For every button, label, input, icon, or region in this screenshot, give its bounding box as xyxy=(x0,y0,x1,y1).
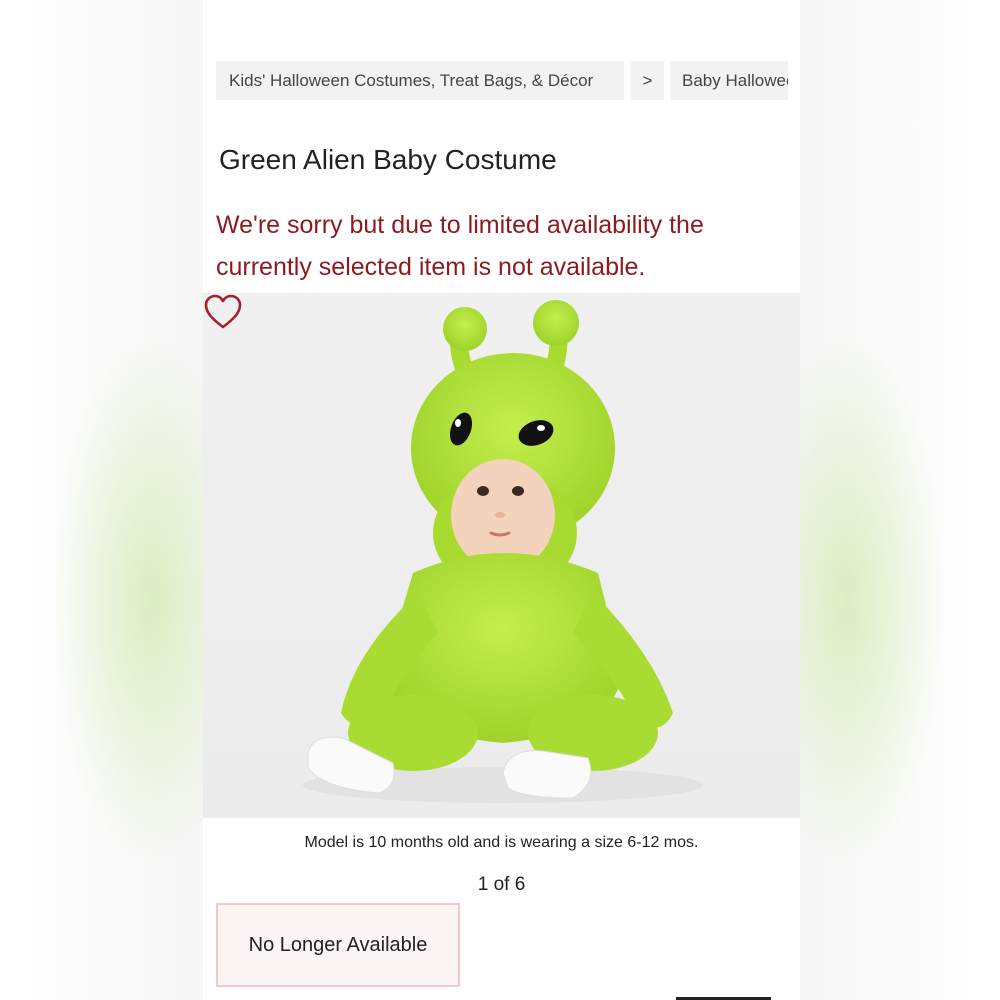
breadcrumb-item-baby-halloween[interactable]: Baby Halloween Costumes xyxy=(670,61,788,100)
availability-notice: We're sorry but due to limited availabil… xyxy=(216,211,704,281)
product-title: Green Alien Baby Costume xyxy=(219,144,557,175)
background-blur-right xyxy=(797,0,1000,1000)
baby-alien-costume-illustration xyxy=(303,300,703,803)
breadcrumb-separator: > xyxy=(631,61,664,100)
product-page: Kids' Halloween Costumes, Treat Bags, & … xyxy=(203,0,800,1000)
image-caption: Model is 10 months old and is wearing a … xyxy=(304,834,699,851)
heart-outline-icon[interactable] xyxy=(203,293,243,331)
breadcrumb-item-kids-halloween[interactable]: Kids' Halloween Costumes, Treat Bags, & … xyxy=(216,61,624,100)
image-counter: 1 of 6 xyxy=(477,874,526,895)
no-longer-available-button[interactable]: No Longer Available xyxy=(216,903,460,987)
background-blur-left xyxy=(0,0,203,1000)
product-image[interactable] xyxy=(203,293,800,818)
